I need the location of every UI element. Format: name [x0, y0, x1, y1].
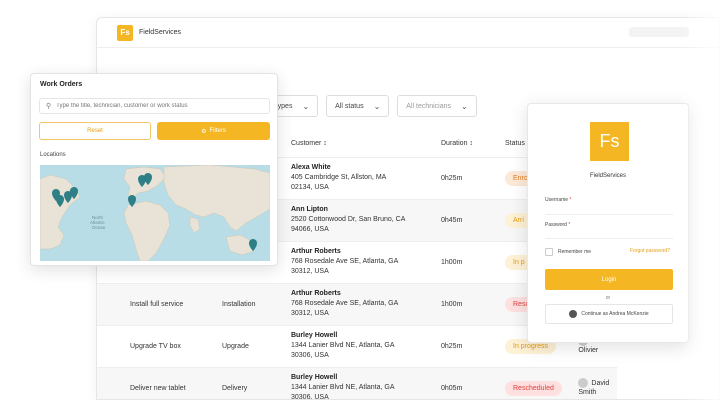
technician-first: David: [591, 380, 610, 388]
top-bar: Fs FieldServices: [97, 18, 719, 48]
filter-technicians-label: All technicians: [406, 102, 452, 110]
filter-status-label: All status: [335, 102, 364, 110]
password-label: Password *: [545, 222, 571, 228]
search-input[interactable]: [56, 103, 267, 109]
chevron-down-icon: ⌄: [373, 101, 381, 111]
or-divider: or: [605, 295, 611, 301]
svg-text:Ocean: Ocean: [92, 225, 106, 230]
panel-title: Work Orders: [40, 81, 83, 88]
work-order-name[interactable]: Deliver new tablet: [97, 367, 222, 399]
world-map: North Atlantic Ocean: [40, 165, 270, 261]
locations-label: Locations: [40, 152, 66, 158]
customer-name: Burley Howell: [291, 331, 338, 339]
duration-cell: 0h05m: [441, 367, 505, 399]
customer-address: 2520 Cottonwood Dr, San Bruno, CA: [291, 215, 406, 223]
filters-button[interactable]: ⚙ Filters: [157, 122, 270, 140]
duration-cell: 1h00m: [441, 283, 505, 326]
login-logo: Fs: [590, 122, 629, 161]
customer-address: 768 Rosedale Ave SE, Atlanta, GA: [291, 257, 399, 265]
remember-me[interactable]: Remember me: [545, 248, 591, 256]
sort-icon: ↕: [323, 139, 327, 147]
search-icon: ⚲: [46, 103, 52, 110]
customer-cell: Burley Howell 1344 Lanier Blvd NE, Atlant…: [291, 325, 441, 368]
filter-technicians[interactable]: All technicians ⌄: [397, 95, 477, 117]
reset-button[interactable]: Reset: [39, 122, 151, 140]
remember-label: Remember me: [558, 249, 592, 255]
customer-address-2: 30306, USA: [291, 352, 329, 360]
filter-bar: All types ⌄ All status ⌄ All technicians…: [257, 95, 477, 117]
search-box[interactable]: ⚲: [39, 98, 270, 114]
work-order-name[interactable]: Install full service: [97, 283, 222, 326]
work-orders-panel: Work Orders ⚲ Reset ⚙ Filters Locations …: [30, 73, 278, 266]
app-logo: Fs: [117, 24, 133, 41]
sort-icon: ↕: [469, 140, 473, 148]
login-button[interactable]: Login: [545, 269, 673, 290]
duration-cell: 1h00m: [441, 241, 505, 284]
customer-cell: Alexa White 405 Cambridge St, Allston, MA…: [291, 157, 441, 200]
work-order-type: Installation: [222, 283, 291, 326]
chevron-down-icon: ⌄: [302, 101, 310, 111]
customer-address: 768 Rosedale Ave SE, Atlanta, GA: [291, 299, 399, 307]
avatar: [578, 378, 589, 389]
username-field[interactable]: [545, 214, 673, 215]
filters-button-label: Filters: [209, 128, 226, 134]
table-row[interactable]: Deliver new tablet Delivery Burley Howell 1…: [97, 367, 617, 400]
technician-last: Smith: [578, 389, 597, 397]
duration-cell: 0h25m: [441, 157, 505, 200]
status-cell: Rescheduled: [505, 367, 575, 399]
continue-label: Continue as Andrea McKenzie: [581, 311, 649, 317]
work-order-type: Delivery: [222, 367, 291, 399]
remember-checkbox[interactable]: [545, 248, 553, 256]
edge-fade: [680, 0, 720, 400]
customer-name: Burley Howell: [291, 373, 338, 381]
work-order-name[interactable]: Upgrade TV box: [97, 325, 222, 368]
filter-icon: ⚙: [201, 128, 207, 135]
customer-cell: Burley Howell 1344 Lanier Blvd NE, Atlant…: [291, 367, 441, 400]
customer-name: Ann Lipton: [291, 205, 328, 213]
duration-cell: 0h45m: [441, 199, 505, 242]
customer-address: 1344 Lanier Blvd NE, Atlanta, GA: [291, 341, 395, 349]
password-field[interactable]: [545, 238, 673, 239]
customer-cell: Arthur Roberts 768 Rosedale Ave SE, Atlan…: [291, 283, 441, 326]
technician-last: Olivier: [578, 347, 599, 355]
customer-name: Arthur Roberts: [291, 247, 341, 255]
technician-cell: David Smith: [574, 367, 617, 399]
duration-cell: 0h25m: [441, 325, 505, 368]
customer-address-2: 02134, USA: [291, 184, 329, 192]
customer-cell: Arthur Roberts 768 Rosedale Ave SE, Atlan…: [291, 241, 441, 284]
column-customer[interactable]: Customer ↕: [291, 131, 441, 158]
customer-address-2: 30306, USA: [291, 394, 329, 400]
customer-address: 405 Cambridge St, Allston, MA: [291, 173, 387, 181]
customer-name: Alexa White: [291, 163, 331, 171]
filter-status[interactable]: All status ⌄: [326, 95, 390, 117]
avatar: [569, 310, 578, 318]
login-panel: Fs FieldServices Username * Password * R…: [527, 103, 689, 343]
locations-map[interactable]: North Atlantic Ocean: [40, 165, 270, 261]
column-duration[interactable]: Duration ↕: [441, 131, 505, 158]
customer-address: 1344 Lanier Blvd NE, Atlanta, GA: [291, 383, 395, 391]
username-label: Username *: [545, 197, 572, 203]
continue-as-button[interactable]: Continue as Andrea McKenzie: [545, 304, 673, 324]
login-title: FieldServices: [589, 173, 626, 179]
customer-cell: Ann Lipton 2520 Cottonwood Dr, San Bruno,…: [291, 199, 441, 242]
customer-address-2: 94066, USA: [291, 226, 329, 234]
status-badge: Rescheduled: [505, 380, 562, 396]
chevron-down-icon: ⌄: [461, 101, 468, 111]
customer-name: Arthur Roberts: [291, 289, 341, 297]
customer-address-2: 30312, USA: [291, 268, 329, 276]
customer-address-2: 30312, USA: [291, 310, 329, 318]
forgot-password-link[interactable]: Forgot password?: [630, 248, 670, 254]
work-order-type: Upgrade: [222, 325, 291, 368]
app-name: FieldServices: [139, 29, 182, 36]
